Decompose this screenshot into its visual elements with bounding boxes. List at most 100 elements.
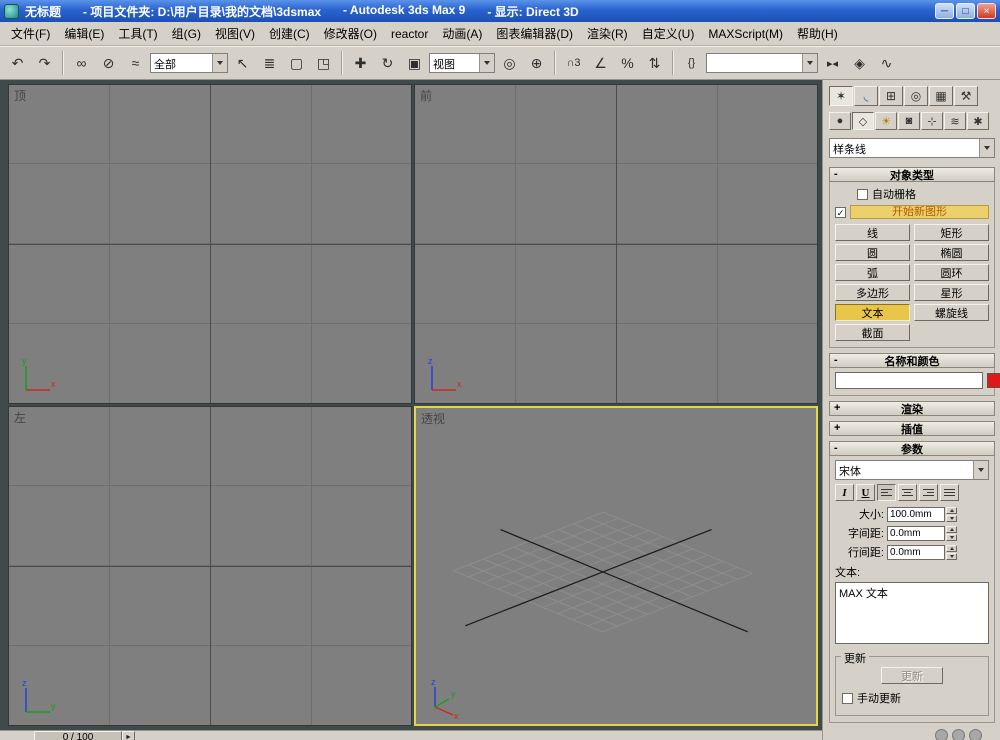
dropdown-arrow-icon[interactable] — [212, 54, 227, 72]
align-center-button[interactable] — [898, 484, 917, 501]
manual-update-checkbox[interactable] — [842, 692, 853, 704]
close-button[interactable]: × — [977, 3, 996, 19]
underline-button[interactable]: U — [856, 484, 875, 501]
viewport-perspective[interactable]: 透视 z x y — [414, 406, 818, 726]
menu-tools[interactable]: 工具(T) — [111, 25, 164, 42]
rollout-interpolation-header[interactable]: + 插值 — [829, 421, 995, 436]
shape-type-dropdown[interactable]: 样条线 — [829, 138, 995, 158]
category-geometry-icon[interactable]: ● — [829, 112, 851, 130]
start-new-shape-button[interactable]: 开始新图形 — [850, 205, 989, 219]
selection-filter-dropdown[interactable]: 全部 — [150, 53, 228, 73]
leading-input[interactable]: 0.0mm — [887, 544, 945, 560]
manipulate-icon[interactable]: ⊕ — [524, 51, 549, 75]
line-button[interactable]: 线 — [835, 224, 910, 241]
menu-create[interactable]: 创建(C) — [262, 25, 317, 42]
kerning-spinner[interactable] — [946, 525, 957, 541]
object-name-input[interactable] — [835, 372, 983, 389]
arc-rotate-icon[interactable] — [969, 729, 982, 740]
menu-help[interactable]: 帮助(H) — [790, 25, 845, 42]
coordinate-system-dropdown[interactable]: 视图 — [429, 53, 495, 73]
pivot-center-icon[interactable]: ◎ — [497, 51, 522, 75]
rectangle-button[interactable]: 矩形 — [914, 224, 989, 241]
size-input[interactable]: 100.0mm — [887, 506, 945, 522]
autogrid-checkbox[interactable] — [857, 188, 868, 200]
text-button[interactable]: 文本 — [835, 304, 910, 321]
size-spinner[interactable] — [946, 506, 957, 522]
start-new-shape-checkbox[interactable]: ✓ — [835, 206, 846, 218]
section-button[interactable]: 截面 — [835, 324, 910, 341]
donut-button[interactable]: 圆环 — [914, 264, 989, 281]
category-lights-icon[interactable]: ☀ — [875, 112, 897, 130]
dropdown-arrow-icon[interactable] — [479, 54, 494, 72]
align-right-button[interactable] — [919, 484, 938, 501]
tab-utilities-icon[interactable]: ⚒ — [954, 86, 978, 106]
rotate-icon[interactable]: ↻ — [375, 51, 400, 75]
menu-reactor[interactable]: reactor — [384, 27, 435, 41]
maximize-button[interactable]: □ — [956, 3, 975, 19]
select-object-icon[interactable]: ↖ — [230, 51, 255, 75]
tab-modify-icon[interactable]: ◟ — [854, 86, 878, 106]
update-button[interactable]: 更新 — [881, 667, 943, 684]
category-helpers-icon[interactable]: ⊹ — [921, 112, 943, 130]
menu-animation[interactable]: 动画(A) — [435, 25, 489, 42]
window-crossing-icon[interactable]: ◳ — [311, 51, 336, 75]
menu-views[interactable]: 视图(V) — [208, 25, 262, 42]
menu-edit[interactable]: 编辑(E) — [57, 25, 111, 42]
viewport-top[interactable]: 顶 y x — [8, 84, 412, 404]
rollout-rendering-header[interactable]: + 渲染 — [829, 401, 995, 416]
redo-icon[interactable]: ↷ — [32, 51, 57, 75]
object-color-swatch[interactable] — [987, 373, 1000, 388]
category-shapes-icon[interactable]: ◇ — [852, 112, 874, 130]
font-dropdown[interactable]: 宋体 — [835, 460, 989, 480]
tab-hierarchy-icon[interactable]: ⊞ — [879, 86, 903, 106]
tab-motion-icon[interactable]: ◎ — [904, 86, 928, 106]
percent-snap-icon[interactable]: % — [615, 51, 640, 75]
ngon-button[interactable]: 多边形 — [835, 284, 910, 301]
dropdown-arrow-icon[interactable] — [802, 54, 817, 72]
category-systems-icon[interactable]: ✱ — [967, 112, 989, 130]
category-cameras-icon[interactable]: ◙ — [898, 112, 920, 130]
move-icon[interactable]: ✚ — [348, 51, 373, 75]
leading-spinner[interactable] — [946, 544, 957, 560]
scale-icon[interactable]: ▣ — [402, 51, 427, 75]
menu-file[interactable]: 文件(F) — [4, 25, 57, 42]
text-content-input[interactable]: MAX 文本 — [835, 582, 989, 644]
category-spacewarps-icon[interactable]: ≋ — [944, 112, 966, 130]
viewport-left[interactable]: 左 z y — [8, 406, 412, 726]
dropdown-arrow-icon[interactable] — [979, 139, 994, 157]
minimize-button[interactable]: ─ — [935, 3, 954, 19]
mirror-icon[interactable]: ▸◂ — [820, 51, 845, 75]
menu-group[interactable]: 组(G) — [165, 25, 208, 42]
curve-editor-icon[interactable]: ∿ — [874, 51, 899, 75]
ellipse-button[interactable]: 椭圆 — [914, 244, 989, 261]
menu-modifiers[interactable]: 修改器(O) — [317, 25, 384, 42]
select-link-icon[interactable]: ∞ — [69, 51, 94, 75]
align-justify-button[interactable] — [940, 484, 959, 501]
snap-toggle-icon[interactable]: ∩3 — [561, 51, 586, 75]
dropdown-arrow-icon[interactable] — [973, 461, 988, 479]
align-left-button[interactable] — [877, 484, 896, 501]
italic-button[interactable]: I — [835, 484, 854, 501]
unlink-icon[interactable]: ⊘ — [96, 51, 121, 75]
viewport-front[interactable]: 前 z x — [414, 84, 818, 404]
pan-icon[interactable] — [952, 729, 965, 740]
rollout-object-type-header[interactable]: - 对象类型 — [829, 167, 995, 182]
time-slider-handle[interactable]: 0 / 100 — [34, 731, 122, 740]
rollout-name-color-header[interactable]: - 名称和颜色 — [829, 353, 995, 368]
menu-graph-editors[interactable]: 图表编辑器(D) — [489, 25, 580, 42]
tab-display-icon[interactable]: ▦ — [929, 86, 953, 106]
kerning-input[interactable]: 0.0mm — [887, 525, 945, 541]
star-button[interactable]: 星形 — [914, 284, 989, 301]
named-selection-combobox[interactable] — [706, 53, 818, 73]
next-frame-button[interactable]: ► — [122, 731, 135, 740]
menu-maxscript[interactable]: MAXScript(M) — [701, 27, 790, 41]
undo-icon[interactable]: ↶ — [5, 51, 30, 75]
helix-button[interactable]: 螺旋线 — [914, 304, 989, 321]
bind-spacewarp-icon[interactable]: ≈ — [123, 51, 148, 75]
named-selections-icon[interactable]: {} — [679, 51, 704, 75]
spinner-snap-icon[interactable]: ⇅ — [642, 51, 667, 75]
menu-customize[interactable]: 自定义(U) — [635, 25, 702, 42]
menu-rendering[interactable]: 渲染(R) — [580, 25, 635, 42]
zoom-icon[interactable] — [935, 729, 948, 740]
tab-create-icon[interactable]: ✶ — [829, 86, 853, 106]
